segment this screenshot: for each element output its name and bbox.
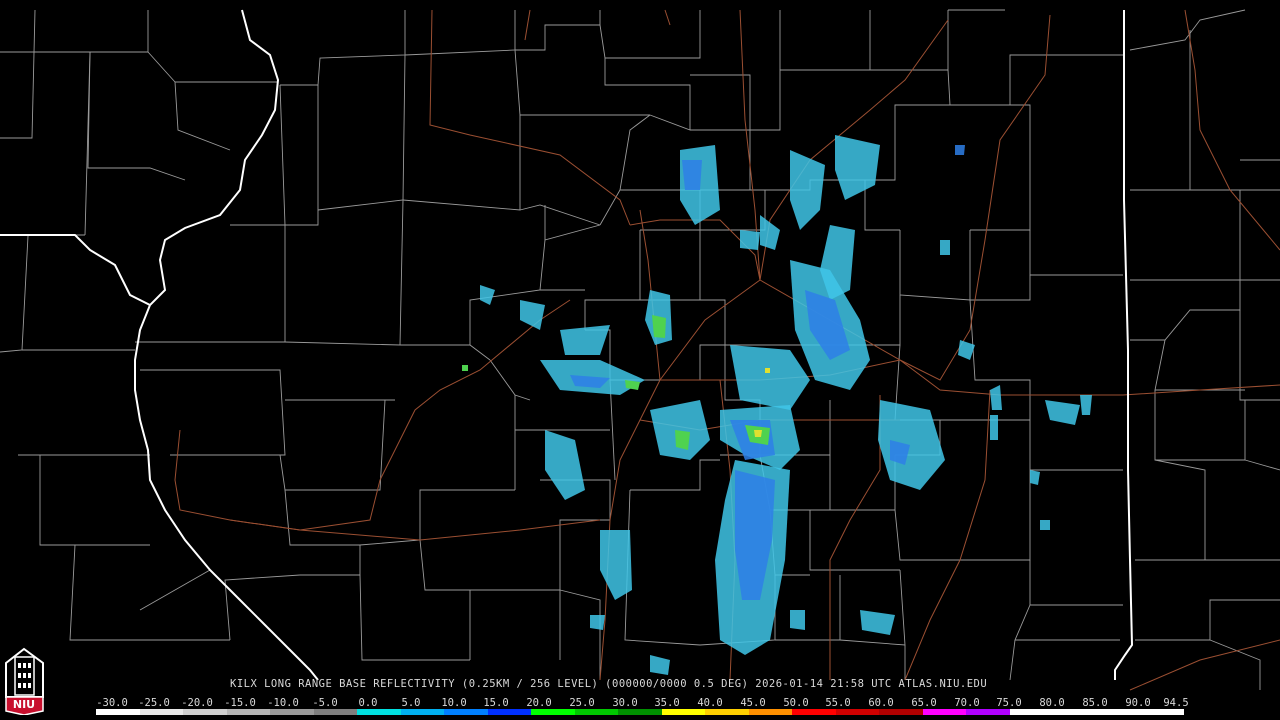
colorbar-swatch <box>922 709 967 715</box>
colorbar-swatch <box>444 709 488 715</box>
legend-label: 15.0 <box>483 697 509 709</box>
legend-label: -5.0 <box>312 697 338 709</box>
colorbar-swatch <box>357 709 401 715</box>
colorbar-swatch <box>270 709 314 715</box>
legend-label: -20.0 <box>181 697 213 709</box>
colorbar-swatch <box>661 709 706 715</box>
legend-label: 10.0 <box>441 697 467 709</box>
legend-label: 60.0 <box>868 697 894 709</box>
radar-map <box>0 9 1280 691</box>
legend-label: -15.0 <box>224 697 256 709</box>
reflectivity-colorbar <box>96 709 1184 715</box>
colorbar-swatch <box>574 709 619 715</box>
colorbar-swatch <box>531 709 575 715</box>
radar-echoes <box>462 135 1092 675</box>
legend-label: -30.0 <box>96 697 128 709</box>
legend-label: -10.0 <box>267 697 299 709</box>
colorbar-swatch <box>1096 709 1141 715</box>
legend-label: 25.0 <box>569 697 595 709</box>
colorbar-swatch <box>835 709 880 715</box>
legend-labels: -30.0 -25.0 -20.0 -15.0 -10.0 -5.0 0.0 5… <box>0 697 1280 709</box>
colorbar-swatch <box>1140 709 1184 715</box>
county-borders <box>0 9 1280 690</box>
colorbar-swatch <box>96 709 140 715</box>
colorbar-swatch <box>487 709 532 715</box>
legend-label: 75.0 <box>996 697 1022 709</box>
colorbar-swatch <box>400 709 445 715</box>
legend-label: 70.0 <box>954 697 980 709</box>
radar-product-caption: KILX LONG RANGE BASE REFLECTIVITY (0.25K… <box>230 678 988 690</box>
legend-label: 55.0 <box>825 697 851 709</box>
legend-label: 40.0 <box>697 697 723 709</box>
colorbar-swatch <box>792 709 836 715</box>
colorbar-swatch <box>1009 709 1054 715</box>
legend-label: 5.0 <box>401 697 421 709</box>
legend-label: 30.0 <box>612 697 638 709</box>
legend-label: 35.0 <box>654 697 680 709</box>
colorbar-swatch <box>183 709 227 715</box>
colorbar-swatch <box>313 709 358 715</box>
colorbar-swatch <box>618 709 662 715</box>
colorbar-swatch <box>1053 709 1097 715</box>
colorbar-swatch <box>748 709 793 715</box>
legend-label: 0.0 <box>358 697 378 709</box>
legend-label: 80.0 <box>1039 697 1065 709</box>
colorbar-swatch <box>966 709 1010 715</box>
legend-label: 85.0 <box>1082 697 1108 709</box>
legend-label: 94.5 <box>1163 697 1189 709</box>
legend-label: 65.0 <box>911 697 937 709</box>
legend-label: 90.0 <box>1125 697 1151 709</box>
legend-label: -25.0 <box>138 697 170 709</box>
radar-display: NIU KILX LONG RANGE BASE REFLECTIVITY (0… <box>0 0 1280 720</box>
colorbar-swatch <box>226 709 271 715</box>
legend-label: 50.0 <box>783 697 809 709</box>
colorbar-swatch <box>139 709 184 715</box>
colorbar-swatch <box>705 709 749 715</box>
legend-label: 45.0 <box>740 697 766 709</box>
legend-label: 20.0 <box>526 697 552 709</box>
colorbar-swatch <box>879 709 923 715</box>
